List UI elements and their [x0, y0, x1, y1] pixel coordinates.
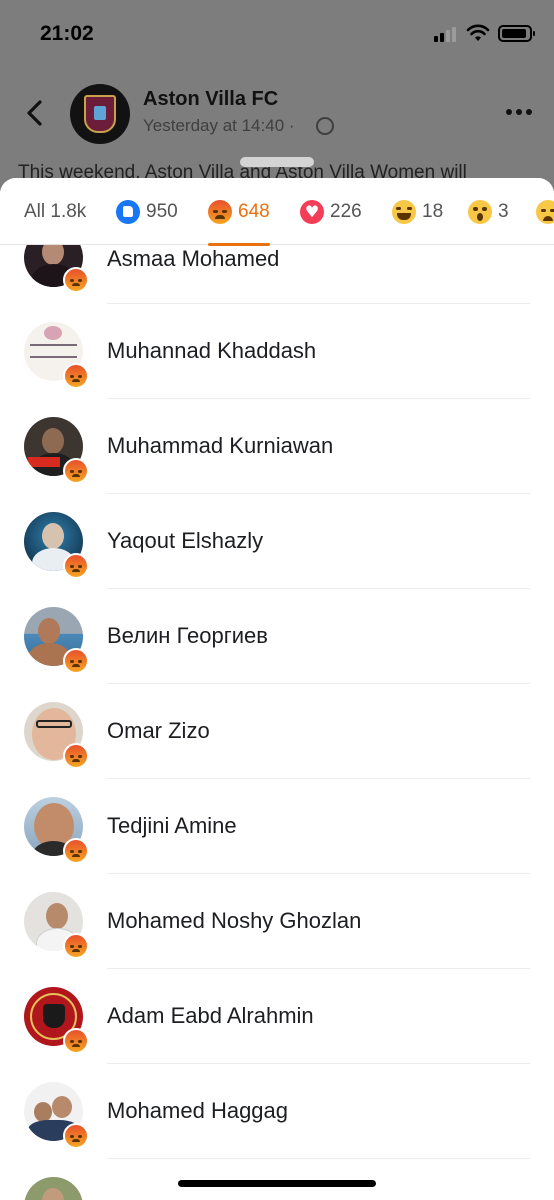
battery-icon: [498, 25, 535, 42]
reactions-sheet: Asmaa Mohamed Muhannad Khaddash Muhammad…: [0, 178, 554, 1200]
reactor-name: Yaqout Elshazly: [107, 528, 264, 553]
more-options-icon[interactable]: [506, 109, 532, 117]
tab-sad[interactable]: [536, 178, 554, 245]
page-avatar[interactable]: [70, 84, 130, 144]
aston-villa-crest-icon: [84, 95, 116, 133]
reactor-name: Muhammad Kurniawan: [107, 433, 334, 458]
angry-reaction-icon: [63, 363, 89, 389]
post-timestamp: Yesterday at 14:40 ·: [143, 116, 295, 135]
sheet-drag-handle[interactable]: [240, 157, 314, 167]
reactor-name: Muhannad Khaddash: [107, 338, 317, 363]
angry-reaction-icon: [63, 743, 89, 769]
list-item[interactable]: Adam Eabd Alrahmin: [0, 969, 554, 1064]
angry-reaction-icon: [63, 1123, 89, 1149]
love-icon: [300, 199, 324, 224]
reactor-name: Tedjini Amine: [107, 813, 237, 838]
list-item[interactable]: Mohamed Haggag: [0, 1064, 554, 1159]
tab-angry[interactable]: 648: [208, 178, 270, 246]
back-arrow-icon[interactable]: [24, 100, 46, 126]
angry-reaction-icon: [63, 267, 89, 293]
angry-reaction-icon: [63, 933, 89, 959]
tab-haha[interactable]: 18: [392, 178, 443, 245]
angry-reaction-icon: [63, 553, 89, 579]
list-item[interactable]: Mohamed Noshy Ghozlan: [0, 874, 554, 969]
list-item[interactable]: Muhannad Khaddash: [0, 304, 554, 399]
globe-icon: [316, 117, 334, 135]
tab-count: 950: [146, 200, 178, 222]
reactor-name: Велин Георгиев: [107, 623, 268, 648]
angry-reaction-icon: [63, 648, 89, 674]
like-icon: [116, 199, 140, 224]
tab-count: 18: [422, 200, 444, 222]
tab-count: 226: [330, 200, 362, 222]
angry-icon: [208, 199, 232, 224]
tab-wow[interactable]: 3: [468, 178, 509, 245]
angry-reaction-icon: [63, 458, 89, 484]
tab-love[interactable]: 226: [300, 178, 362, 245]
reactor-name: Asmaa Mohamed: [107, 246, 280, 271]
reaction-tabs: All 1.8k 950 648 226 18 3: [0, 178, 554, 246]
tab-all[interactable]: All 1.8k: [24, 178, 86, 245]
wow-icon: [468, 199, 492, 224]
reactor-name: Adam Eabd Alrahmin: [107, 1003, 314, 1028]
list-item[interactable]: Велин Георгиев: [0, 589, 554, 684]
tab-count: 3: [498, 200, 509, 222]
tab-count: 648: [238, 200, 270, 222]
angry-reaction-icon: [63, 838, 89, 864]
tab-like[interactable]: 950: [116, 178, 178, 245]
page-name[interactable]: Aston Villa FC: [143, 88, 278, 111]
status-time: 21:02: [40, 22, 94, 45]
reactor-name: Mohamed Noshy Ghozlan: [107, 908, 362, 933]
list-item[interactable]: Yaqout Elshazly: [0, 494, 554, 589]
reactor-name: Mohamed Haggag: [107, 1098, 289, 1123]
wifi-icon: [466, 24, 490, 41]
haha-icon: [392, 199, 416, 224]
list-item[interactable]: Tedjini Amine: [0, 779, 554, 874]
status-bar: 21:02: [0, 0, 554, 66]
avatar: [24, 1177, 83, 1200]
post-header: Aston Villa FC Yesterday at 14:40 ·: [0, 70, 554, 160]
reactor-name: Omar Zizo: [107, 718, 210, 743]
cellular-signal-icon: [434, 26, 460, 42]
list-item[interactable]: Omar Zizo: [0, 684, 554, 779]
sad-icon: [536, 199, 554, 224]
angry-reaction-icon: [63, 1028, 89, 1054]
tab-label: All 1.8k: [24, 200, 87, 222]
home-indicator: [178, 1180, 376, 1187]
list-item[interactable]: Muhammad Kurniawan: [0, 399, 554, 494]
